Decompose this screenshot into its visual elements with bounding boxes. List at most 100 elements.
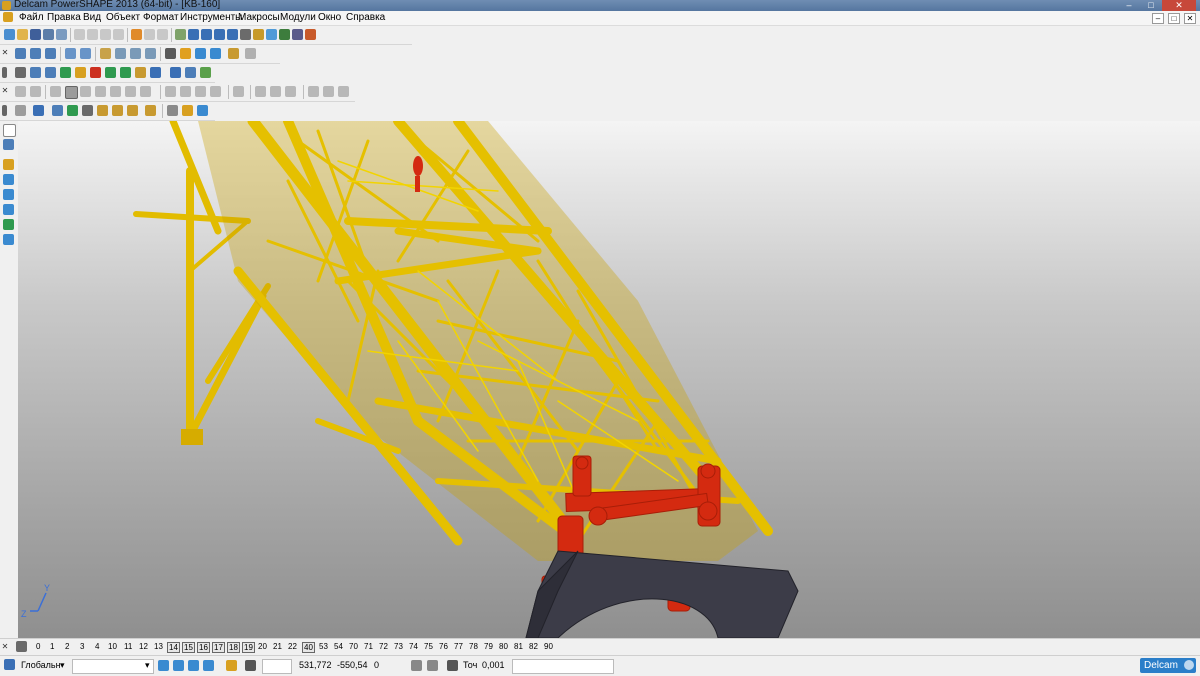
mdi-restore-button[interactable]: □: [1168, 13, 1180, 24]
solid-tool-icon[interactable]: [3, 234, 14, 245]
snap4-icon[interactable]: [203, 660, 214, 671]
menu-file[interactable]: Файл: [19, 12, 44, 23]
layer-16[interactable]: 16: [197, 642, 210, 653]
repeat-icon[interactable]: [157, 29, 168, 40]
layer-15[interactable]: 15: [182, 642, 195, 653]
delcam-logo[interactable]: Delcam: [1140, 658, 1196, 673]
surface-r-icon[interactable]: [308, 86, 319, 97]
yellow-ball-icon[interactable]: [75, 67, 86, 78]
layer-10[interactable]: 10: [108, 642, 117, 651]
layer-11[interactable]: 11: [124, 642, 132, 651]
layer-1[interactable]: 1: [50, 642, 54, 651]
input-field[interactable]: [72, 659, 154, 674]
render-icon[interactable]: [195, 48, 206, 59]
next-icon[interactable]: [120, 67, 131, 78]
view-side-icon[interactable]: [30, 48, 41, 59]
view-iso-icon[interactable]: [65, 48, 76, 59]
layer-70[interactable]: 70: [349, 642, 358, 651]
surface-k-icon[interactable]: [180, 86, 191, 97]
frame-icon[interactable]: [150, 67, 161, 78]
solid-g-icon[interactable]: [112, 105, 123, 116]
point-icon[interactable]: [3, 159, 14, 170]
surface-e-icon[interactable]: [80, 86, 91, 97]
delete-icon[interactable]: [113, 29, 124, 40]
surface-m-icon[interactable]: [210, 86, 221, 97]
zoom-fit-icon[interactable]: [145, 48, 156, 59]
menu-macros[interactable]: Макросы: [238, 12, 280, 23]
view-iso2-icon[interactable]: [80, 48, 91, 59]
zoom-icon[interactable]: [100, 48, 111, 59]
tolerance-icon[interactable]: [447, 660, 458, 671]
solid-a-icon[interactable]: [15, 105, 26, 116]
workplane-dropdown-icon[interactable]: ▾: [60, 660, 65, 671]
line-icon[interactable]: [201, 29, 212, 40]
solid-icon[interactable]: [279, 29, 290, 40]
play-icon[interactable]: [105, 67, 116, 78]
grid-icon[interactable]: [245, 660, 256, 671]
line-tool-icon[interactable]: [3, 174, 14, 185]
table-icon[interactable]: [185, 67, 196, 78]
close-icon[interactable]: ✕: [1, 87, 9, 95]
layer-75[interactable]: 75: [424, 642, 433, 651]
surface-a-icon[interactable]: [15, 86, 26, 97]
layer-40[interactable]: 40: [302, 642, 315, 653]
solid-k-icon[interactable]: [182, 105, 193, 116]
pointer-icon[interactable]: [3, 124, 16, 137]
menu-help[interactable]: Справка: [346, 12, 385, 23]
layer-13[interactable]: 13: [154, 642, 163, 651]
solid-d-icon[interactable]: [67, 105, 78, 116]
layer-74[interactable]: 74: [409, 642, 418, 651]
maximize-button[interactable]: □: [1140, 0, 1162, 11]
solid-h-icon[interactable]: [127, 105, 138, 116]
layer-82[interactable]: 82: [529, 642, 538, 651]
export-model-icon[interactable]: [200, 67, 211, 78]
surface-n-icon[interactable]: [233, 86, 244, 97]
circle-icon[interactable]: [214, 29, 225, 40]
paste-icon[interactable]: [100, 29, 111, 40]
solid-e-icon[interactable]: [82, 105, 93, 116]
layer-4[interactable]: 4: [95, 642, 99, 651]
layer-0[interactable]: 0: [36, 642, 40, 651]
surface-icon[interactable]: [266, 29, 277, 40]
text-icon[interactable]: [240, 29, 251, 40]
surface-tool-icon[interactable]: [3, 219, 14, 230]
minimize-button[interactable]: –: [1118, 0, 1140, 11]
calculator-icon[interactable]: [411, 660, 422, 671]
surface-t-icon[interactable]: [338, 86, 349, 97]
layer-18[interactable]: 18: [227, 642, 240, 653]
solid-b-icon[interactable]: [33, 105, 44, 116]
solid-j-icon[interactable]: [167, 105, 178, 116]
layer-80[interactable]: 80: [499, 642, 508, 651]
layer-14[interactable]: 14: [167, 642, 180, 653]
layer-90[interactable]: 90: [544, 642, 553, 651]
layer-53[interactable]: 53: [319, 642, 328, 651]
workplane-label[interactable]: Глобальн: [21, 660, 61, 670]
zoom-in-icon[interactable]: [115, 48, 126, 59]
surface-q-icon[interactable]: [285, 86, 296, 97]
level-icon[interactable]: [15, 67, 26, 78]
calculator2-icon[interactable]: [427, 660, 438, 671]
red-ball-icon[interactable]: [90, 67, 101, 78]
solid-i-icon[interactable]: [145, 105, 156, 116]
undo-icon[interactable]: [131, 29, 142, 40]
layer-73[interactable]: 73: [394, 642, 403, 651]
dimension-icon[interactable]: [253, 29, 264, 40]
layer-2[interactable]: 2: [65, 642, 69, 651]
surface-d-icon[interactable]: [65, 86, 78, 99]
surface-b-icon[interactable]: [30, 86, 41, 97]
workplane-icon[interactable]: [4, 659, 15, 670]
solid-l-icon[interactable]: [197, 105, 208, 116]
wireframe-icon[interactable]: [175, 29, 186, 40]
lock-icon[interactable]: [245, 48, 256, 59]
solid-c-icon[interactable]: [52, 105, 63, 116]
cut-icon[interactable]: [74, 29, 85, 40]
layer-81[interactable]: 81: [514, 642, 523, 651]
help-icon[interactable]: [1184, 660, 1194, 670]
menu-object[interactable]: Объект: [106, 12, 140, 23]
rotate-icon[interactable]: [165, 48, 176, 59]
surface-l-icon[interactable]: [195, 86, 206, 97]
close-icon[interactable]: ✕: [1, 49, 9, 57]
grid-field[interactable]: [262, 659, 292, 674]
layer-72[interactable]: 72: [379, 642, 388, 651]
menu-window[interactable]: Окно: [318, 12, 341, 23]
